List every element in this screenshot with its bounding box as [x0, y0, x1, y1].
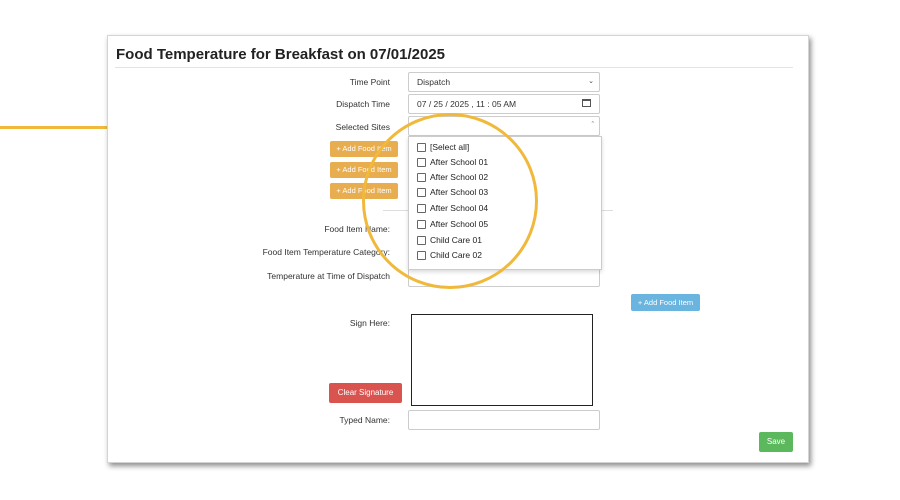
site-option[interactable]: After School 02: [417, 170, 488, 184]
typed-name-label: Typed Name:: [339, 415, 390, 425]
site-option[interactable]: After School 03: [417, 185, 488, 199]
dispatch-time-input[interactable]: 07 / 25 / 2025 , 11 : 05 AM: [408, 94, 600, 114]
food-item-temp-category-label: Food Item Temperature Category:: [262, 247, 390, 257]
checkbox[interactable]: [417, 250, 426, 260]
time-point-label: Time Point: [349, 77, 390, 87]
save-button[interactable]: Save: [759, 432, 793, 452]
add-food-item-button-blue[interactable]: + Add Food Item: [631, 294, 700, 311]
title-divider: [115, 67, 793, 68]
site-option[interactable]: Child Care 02: [417, 248, 482, 262]
add-food-item-button-2[interactable]: + Add Food Item: [330, 162, 398, 178]
chevron-up-icon: ˆ: [591, 122, 594, 129]
temperature-dispatch-input[interactable]: [408, 267, 600, 287]
clear-signature-button[interactable]: Clear Signature: [329, 383, 402, 403]
checkbox[interactable]: [417, 157, 426, 167]
add-food-item-button-3[interactable]: + Add Food Item: [330, 183, 398, 199]
checkbox[interactable]: [417, 235, 426, 245]
selected-sites-select[interactable]: ˆ: [408, 116, 600, 136]
add-food-item-button-1[interactable]: + Add Food Item: [330, 141, 398, 157]
time-point-select[interactable]: Dispatch ⌄: [408, 72, 600, 92]
checkbox[interactable]: [417, 187, 426, 197]
site-option-select-all[interactable]: [Select all]: [417, 140, 469, 154]
selected-sites-label: Selected Sites: [335, 122, 390, 132]
page-title: Food Temperature for Breakfast on 07/01/…: [116, 46, 446, 63]
typed-name-input[interactable]: [408, 410, 600, 430]
site-option[interactable]: After School 01: [417, 155, 488, 169]
checkbox[interactable]: [417, 219, 426, 229]
sites-dropdown-list: [Select all] After School 01 After Schoo…: [408, 136, 602, 270]
site-option[interactable]: Child Care 01: [417, 233, 482, 247]
checkbox[interactable]: [417, 142, 426, 152]
time-point-value: Dispatch: [417, 77, 451, 87]
chevron-down-icon: ⌄: [588, 78, 594, 85]
site-option[interactable]: After School 04: [417, 201, 488, 215]
food-item-name-label: Food Item Name:: [324, 224, 390, 234]
sign-here-label: Sign Here:: [349, 318, 390, 328]
signature-pad[interactable]: [411, 314, 593, 406]
dispatch-time-label: Dispatch Time: [336, 99, 390, 109]
site-option[interactable]: After School 05: [417, 217, 488, 231]
calendar-icon[interactable]: [582, 99, 591, 107]
dispatch-time-value: 07 / 25 / 2025 , 11 : 05 AM: [417, 99, 517, 109]
checkbox[interactable]: [417, 203, 426, 213]
form-card: Food Temperature for Breakfast on 07/01/…: [107, 35, 809, 463]
checkbox[interactable]: [417, 172, 426, 182]
temperature-dispatch-label: Temperature at Time of Dispatch: [267, 271, 390, 281]
